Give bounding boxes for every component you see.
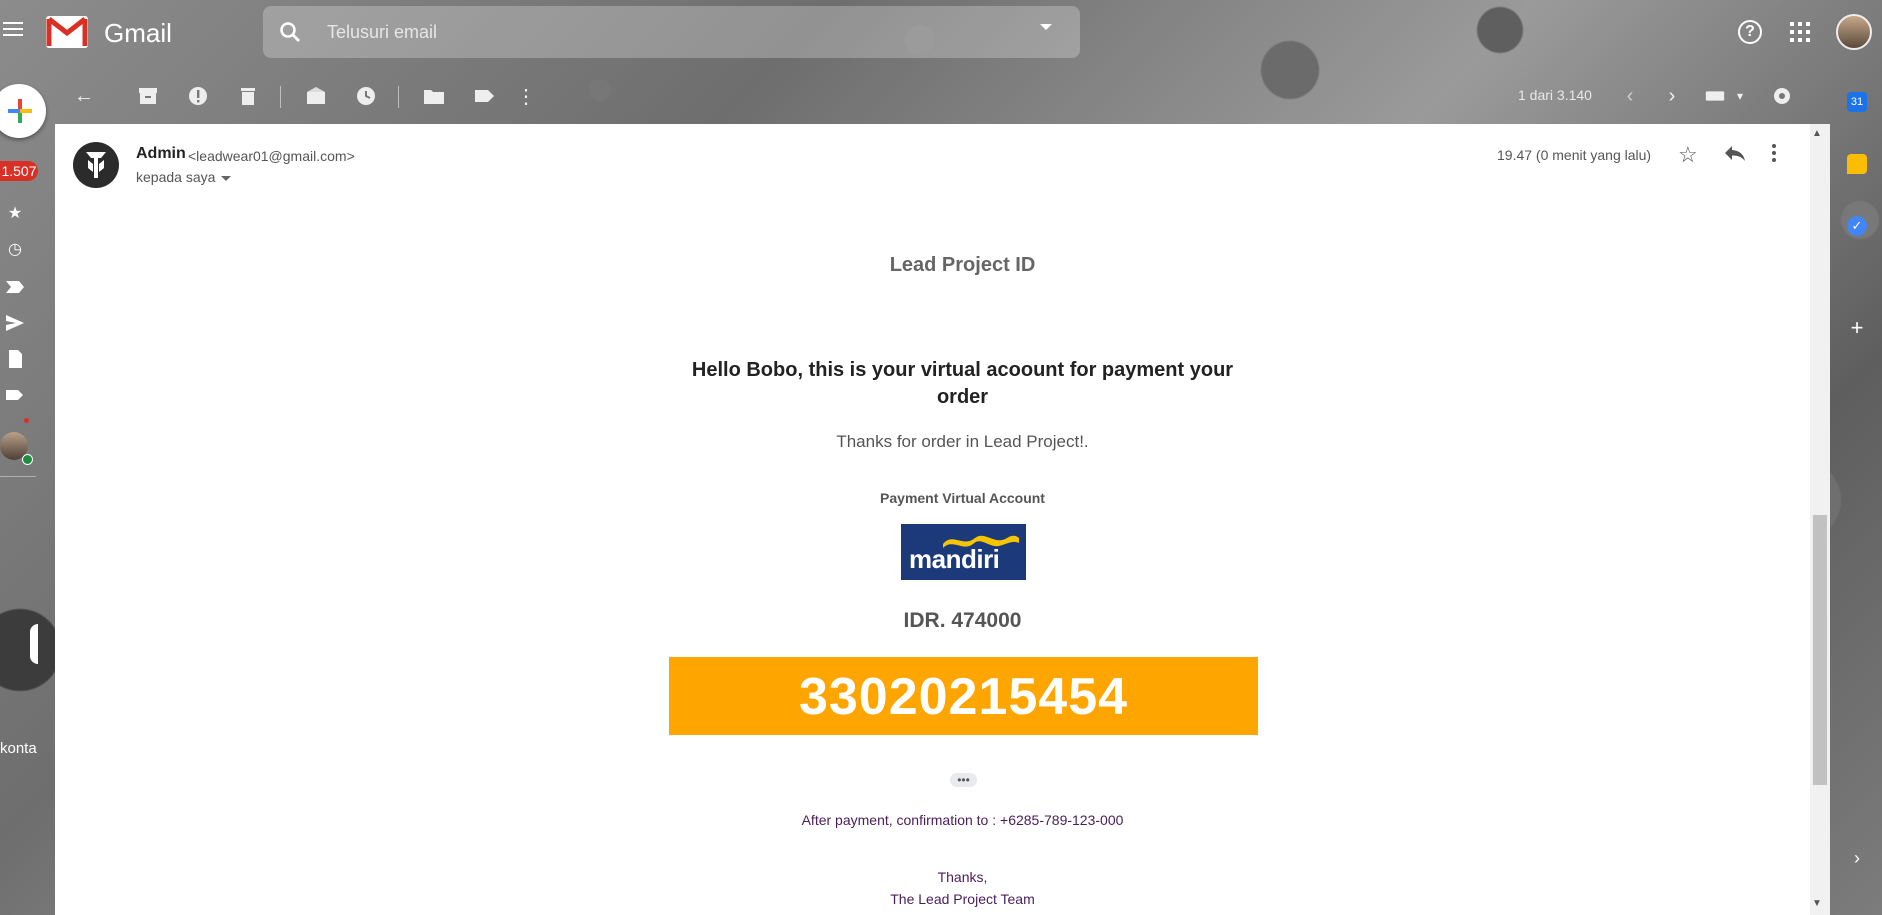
recipient-label[interactable]: kepada saya [136,169,215,185]
virtual-account-number: 33020215454 [798,668,1129,726]
archive-icon[interactable] [136,84,160,108]
brand-logo-icon [86,152,106,178]
search-input[interactable] [325,18,1029,46]
pagination-text: 1 dari 3.140 [1518,87,1592,103]
app-name[interactable]: Gmail [104,18,172,49]
search-options-icon[interactable] [1040,24,1052,30]
apps-grid-icon[interactable] [1790,22,1810,42]
star-icon[interactable]: ☆ [1678,142,1698,168]
compose-plus-icon [8,99,32,123]
search-icon[interactable] [278,20,302,44]
delete-icon[interactable] [236,84,260,108]
report-spam-icon[interactable] [186,84,210,108]
virtual-account-box: 33020215454 [669,657,1258,735]
drafts-icon[interactable] [4,348,26,370]
message-time: 19.47 (0 menit yang lalu) [1497,147,1652,163]
store-title: Lead Project ID [889,254,1036,276]
payment-label: Payment Virtual Account [880,490,1045,506]
contacts-label[interactable]: konta [0,740,37,757]
move-to-icon[interactable] [422,84,446,108]
thanks-text: Thanks for order in Lead Project!. [836,432,1089,451]
recipient-details-icon[interactable] [221,176,231,181]
signoff-thanks: Thanks, [937,869,988,885]
keyboard-dropdown-icon[interactable]: ▾ [1728,84,1752,108]
important-icon[interactable] [4,276,26,298]
scrollbar-thumb[interactable] [1813,515,1827,785]
tasks-icon[interactable]: ✓ [1847,216,1867,236]
scroll-up-icon[interactable]: ▲ [1812,128,1822,139]
keyboard-icon[interactable] [1704,84,1726,108]
keep-icon[interactable] [1847,154,1867,174]
reply-icon[interactable] [1722,140,1748,166]
settings-icon[interactable] [1770,84,1794,108]
mark-unread-icon[interactable] [304,84,328,108]
more-icon[interactable]: ⋮ [514,84,538,108]
gmail-logo-icon[interactable] [46,16,88,48]
show-trimmed-content-button[interactable]: ••• [950,773,977,787]
account-avatar[interactable] [1836,14,1872,50]
bank-logo: mandiri [901,524,1026,580]
notification-dot [24,418,29,423]
sender-email[interactable]: <leadwear01@gmail.com> [188,148,355,164]
sent-icon[interactable] [4,312,26,334]
prev-icon[interactable]: ‹ [1618,84,1642,108]
get-addons-icon[interactable]: + [1847,315,1867,340]
greeting-heading: Hello Bobo, this is your virtual acoount… [691,359,1234,408]
signoff: Thanks, The Lead Project Team [655,866,1270,910]
snooze-icon[interactable] [354,84,378,108]
show-side-panel-icon[interactable]: › [1847,848,1867,868]
confirmation-text: After payment, confirmation to : +6285-7… [801,812,1124,828]
main-menu-icon[interactable] [0,18,26,44]
calendar-day: 31 [1850,96,1864,108]
help-icon[interactable]: ? [1738,20,1762,44]
bank-logo-text: mandiri [909,544,1000,574]
hangouts-tab[interactable] [30,624,38,664]
label-icon[interactable] [472,84,496,108]
message-card [55,124,1810,915]
label-folder-icon[interactable] [4,384,26,406]
snoozed-icon[interactable]: ◷ [4,238,26,260]
payment-amount: IDR. 474000 [903,609,1022,632]
back-icon[interactable]: ← [72,84,96,108]
toolbar-divider [398,86,399,108]
calendar-icon[interactable]: 31 [1847,92,1867,112]
rail-divider [0,476,36,477]
next-icon[interactable]: › [1660,84,1684,108]
online-status-dot [22,454,33,465]
message-more-icon[interactable] [1770,142,1778,166]
inbox-unread-badge[interactable]: 1.507 [0,161,38,181]
signoff-team: The Lead Project Team [890,891,1035,907]
scroll-down-icon[interactable]: ▼ [1812,898,1822,909]
toolbar-divider [280,86,281,108]
sender-avatar[interactable] [73,142,119,188]
sender-name[interactable]: Admin [136,145,186,163]
starred-icon[interactable]: ★ [4,202,26,224]
